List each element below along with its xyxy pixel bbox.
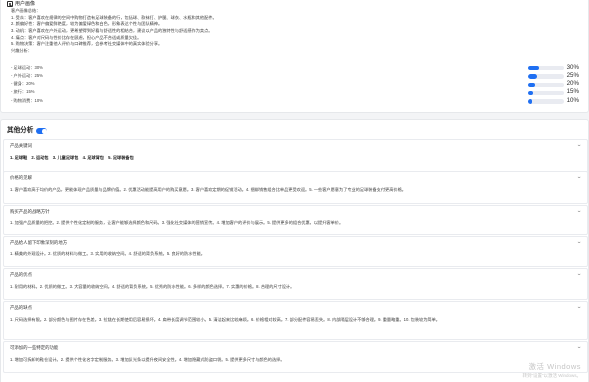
section-title: 产品给人留下印象深刻的地方	[10, 240, 68, 245]
section-cons[interactable]: 产品的缺点 ⌄ 1. 尺码选择有限。2. 部分颜色与图片存在色差。3. 拉链在长…	[3, 301, 588, 340]
other-analysis-toggle[interactable]	[36, 128, 48, 135]
section-content: 1. 尺码选择有限。2. 部分颜色与图片存在色差。3. 拉链在长期使用后容易损坏…	[10, 317, 440, 322]
chevron-down-icon[interactable]: ⌄	[576, 239, 581, 246]
chevron-down-icon[interactable]: ⌄	[576, 271, 581, 278]
summary-line: 3. 动机：客户喜欢在户外运动，更希望得到好看与舒适性的相结合，建议以产品的独特…	[11, 28, 213, 34]
interest-row: - 足球运动：30% 30%	[11, 63, 581, 73]
watermark-title: 激活 Windows	[528, 361, 581, 371]
interest-label: - 健身：20%	[11, 81, 35, 87]
chevron-down-icon[interactable]: ⌄	[576, 344, 581, 351]
section-title: 可添加的一些特定的功能	[10, 345, 59, 350]
section-price-insights[interactable]: 价格的见解 ⌄ 1. 客户喜欢高于均价的产品，更能体现产品质量与品牌价值。2. …	[3, 171, 588, 204]
interest-label: - 购物消费：10%	[11, 97, 43, 103]
section-title: 价格的见解	[10, 175, 32, 180]
interest-row: - 户外运动：25% 25%	[11, 71, 581, 81]
chevron-down-icon[interactable]: ⌄	[576, 142, 581, 149]
section-impressions[interactable]: 产品给人留下印象深刻的地方 ⌄ 1. 精美的外观设计。2. 优质的材料与做工。3…	[3, 236, 588, 267]
section-pros[interactable]: 产品的优点 ⌄ 1. 耐用的材料。2. 优质的做工。3. 大容量的收纳空间。4.…	[3, 268, 588, 300]
interest-label: - 户外运动：25%	[11, 72, 43, 78]
section-content: 1. 耐用的材料。2. 优质的做工。3. 大容量的收纳空间。4. 舒适的背负系统…	[10, 284, 295, 289]
interest-percent: 20%	[566, 80, 579, 88]
interest-percent: 25%	[566, 71, 579, 79]
interest-progress-track	[528, 99, 564, 104]
interest-bars: - 足球运动：30% 30% - 户外运动：25% 25% - 健身：20% 2…	[11, 63, 581, 106]
windows-activation-watermark: 激活 Windows 转到“设置”以激活 Windows。	[522, 362, 581, 379]
persona-card: 用户画像 客户画像总结： 1. 受众：客户喜欢在规律的空间中购物打造有足球装备的…	[0, 0, 589, 113]
section-feature-suggestions[interactable]: 可添加的一些特定的功能 ⌄ 1. 增加可拆卸的鞋仓设计。2. 提供个性化名字定制…	[3, 341, 588, 373]
interest-progress-fill	[528, 82, 536, 87]
interest-progress-fill	[528, 66, 539, 71]
chevron-down-icon[interactable]: ⌄	[576, 304, 581, 311]
interest-percent: 10%	[566, 96, 579, 104]
section-content: 1. 精美的外观设计。2. 优质的材料与做工。3. 实用的收纳空间。4. 舒适的…	[10, 251, 205, 256]
watermark-subtitle: 转到“设置”以激活 Windows。	[522, 372, 581, 378]
interest-progress-fill	[528, 74, 537, 79]
persona-summary: 客户画像总结： 1. 受众：客户喜欢在规律的空间中购物打造有足球装备的行，包括球…	[11, 8, 431, 55]
interest-progress-track	[528, 90, 564, 96]
interest-percent: 15%	[566, 88, 579, 96]
other-analysis-card: 其他分析 产品关键词 ⌄ 1. 足球鞋 2. 运动包 3. 儿童足球包 4. 足…	[0, 119, 589, 382]
interest-row: - 健身：20% 20%	[11, 80, 581, 89]
summary-line: 5. 购物决策：客户注重他人评价与口碑推荐，会参考社交媒体中的真实体验分享。	[11, 41, 163, 47]
section-title: 产品的缺点	[10, 305, 32, 310]
interest-progress-fill	[528, 99, 532, 104]
interests-title: 兴趣分析：	[11, 48, 32, 54]
interest-percent: 30%	[566, 63, 579, 71]
chevron-down-icon[interactable]: ⌄	[576, 208, 581, 215]
interest-progress-track	[528, 74, 564, 79]
section-title: 产品的优点	[10, 272, 32, 277]
interest-progress-fill	[528, 90, 534, 96]
interest-progress-track	[528, 82, 564, 87]
other-analysis-title: 其他分析	[7, 127, 34, 134]
interest-label: - 足球运动：30%	[11, 64, 43, 70]
persona-title: 用户画像	[15, 1, 36, 7]
section-content: 1. 增加可拆卸的鞋仓设计。2. 提供个性化名字定制服务。3. 增加反光条以提升…	[10, 357, 285, 362]
section-title: 产品关键词	[10, 143, 32, 148]
other-analysis-header: 其他分析	[7, 127, 48, 136]
interest-row: - 旅行：15% 15%	[11, 88, 581, 97]
section-content: 1. 足球鞋 2. 运动包 3. 儿童足球包 4. 足球背包 5. 足球装备包	[10, 155, 134, 160]
interest-row: - 购物消费：10% 10%	[11, 96, 581, 106]
user-profile-icon	[7, 1, 13, 8]
section-title: 购买产品的战略方针	[10, 209, 50, 214]
interest-progress-track	[528, 66, 564, 71]
persona-header: 用户画像	[7, 1, 35, 8]
section-content: 1. 加强产品质量的把控。2. 提供个性化定制的服务，让客户能够选择颜色和尺码。…	[10, 220, 344, 225]
section-content: 1. 客户喜欢高于均价的产品，更能体现产品质量与品牌价值。2. 优惠活动能提高用…	[10, 187, 406, 192]
chevron-down-icon[interactable]: ⌄	[576, 174, 581, 181]
interest-label: - 旅行：15%	[11, 89, 35, 95]
section-strategy[interactable]: 购买产品的战略方针 ⌄ 1. 加强产品质量的把控。2. 提供个性化定制的服务，让…	[3, 205, 588, 235]
summary-line: 客户画像总结：	[11, 8, 41, 13]
